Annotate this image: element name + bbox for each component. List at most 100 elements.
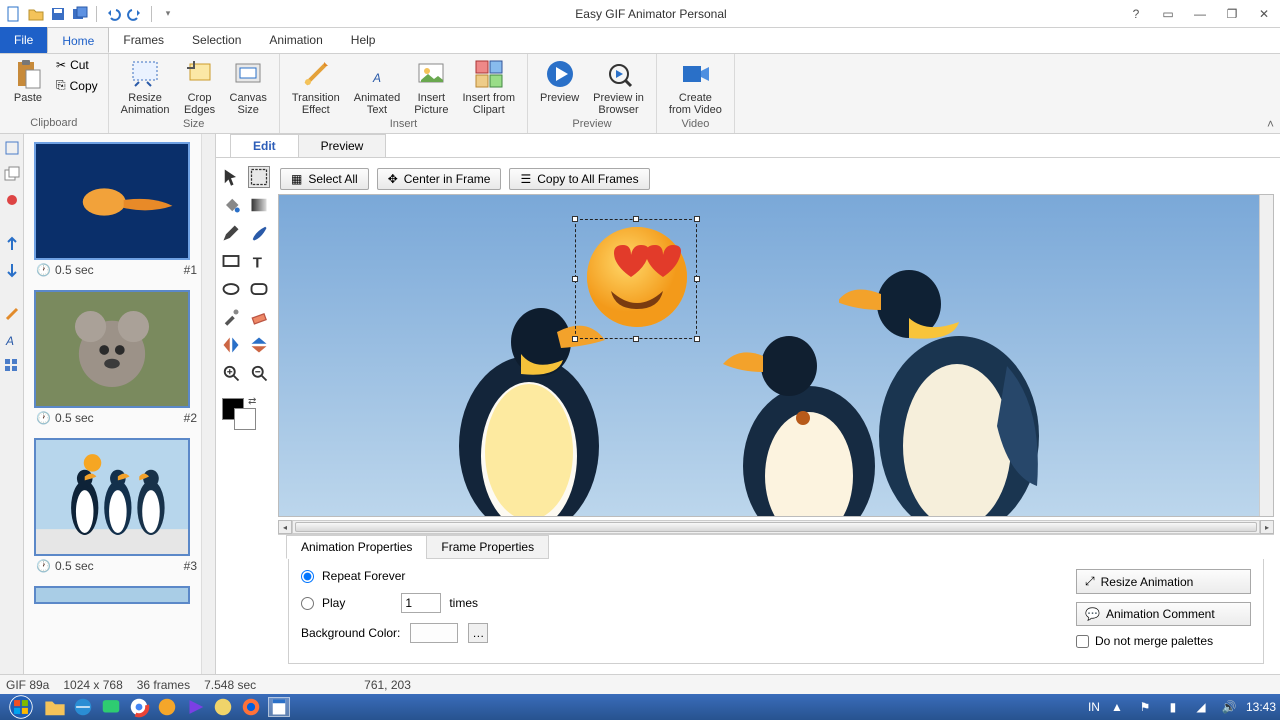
bg-color-picker-button[interactable]: … — [468, 623, 488, 643]
lefttool-5-icon[interactable] — [4, 262, 20, 278]
bg-color-swatch[interactable] — [410, 623, 458, 643]
tool-roundrect-icon[interactable] — [248, 278, 270, 300]
qat-new-icon[interactable] — [6, 6, 22, 22]
tool-brush-icon[interactable] — [248, 222, 270, 244]
canvas-vscrollbar[interactable] — [1259, 195, 1273, 516]
ribbon-options-button[interactable]: ▭ — [1152, 2, 1184, 26]
taskbar-lang[interactable]: IN — [1088, 700, 1100, 714]
color-swatch[interactable]: ⇄ — [216, 398, 272, 438]
tool-rect-icon[interactable] — [220, 250, 242, 272]
play-radio-input[interactable] — [301, 597, 314, 610]
animated-text-button[interactable]: AAnimated Text — [348, 56, 406, 118]
handle-icon[interactable] — [694, 276, 700, 282]
tab-home[interactable]: Home — [47, 27, 109, 53]
handle-icon[interactable] — [633, 216, 639, 222]
tool-ellipse-icon[interactable] — [220, 278, 242, 300]
maximize-button[interactable]: ❐ — [1216, 2, 1248, 26]
tray-flag-icon[interactable]: ▲ — [1106, 697, 1128, 717]
tab-animation[interactable]: Animation — [255, 27, 336, 53]
tray-battery-icon[interactable]: ▮ — [1162, 697, 1184, 717]
help-button[interactable]: ? — [1120, 2, 1152, 26]
preview-button[interactable]: Preview — [534, 56, 585, 106]
center-in-frame-button[interactable]: ✥Center in Frame — [377, 168, 502, 190]
paste-button[interactable]: Paste — [6, 56, 50, 106]
tray-network-icon[interactable]: ◢ — [1190, 697, 1212, 717]
scroll-thumb[interactable] — [295, 522, 1257, 532]
qat-open-icon[interactable] — [28, 6, 44, 22]
copy-button[interactable]: ⎘Copy — [52, 76, 102, 95]
no-merge-input[interactable] — [1076, 635, 1089, 648]
edit-tab-preview[interactable]: Preview — [298, 134, 387, 157]
tool-pencil-icon[interactable] — [220, 222, 242, 244]
frame-item[interactable]: 🕐0.5 sec#3 — [34, 438, 199, 576]
lefttool-4-icon[interactable] — [4, 236, 20, 252]
edit-tab-edit[interactable]: Edit — [230, 134, 299, 157]
lefttool-7-icon[interactable]: A — [4, 332, 20, 348]
tab-frames[interactable]: Frames — [109, 27, 178, 53]
frame-item[interactable] — [34, 586, 199, 604]
handle-icon[interactable] — [694, 336, 700, 342]
qat-customize-icon[interactable]: ▾ — [160, 6, 176, 22]
close-button[interactable]: ✕ — [1248, 2, 1280, 26]
lefttool-1-icon[interactable] — [4, 140, 20, 156]
handle-icon[interactable] — [572, 336, 578, 342]
tool-gradient-icon[interactable] — [248, 194, 270, 216]
taskbar-ie-icon[interactable] — [72, 697, 94, 717]
tool-eraser-icon[interactable] — [248, 306, 270, 328]
swap-colors-icon[interactable]: ⇄ — [248, 396, 256, 407]
handle-icon[interactable] — [572, 216, 578, 222]
tool-pointer-icon[interactable] — [220, 166, 242, 188]
qat-undo-icon[interactable] — [105, 6, 121, 22]
taskbar-current-app-icon[interactable] — [268, 697, 290, 717]
copy-to-all-button[interactable]: ☰Copy to All Frames — [509, 168, 649, 190]
tool-text-icon[interactable]: T — [248, 250, 270, 272]
handle-icon[interactable] — [572, 276, 578, 282]
tray-volume-icon[interactable]: 🔊 — [1218, 697, 1240, 717]
tray-action-icon[interactable]: ⚑ — [1134, 697, 1156, 717]
resize-animation-prop-button[interactable]: ⤢Resize Animation — [1076, 569, 1251, 594]
resize-animation-button[interactable]: Resize Animation — [115, 56, 176, 118]
taskbar-explorer-icon[interactable] — [44, 697, 66, 717]
select-all-button[interactable]: ▦Select All — [280, 168, 369, 190]
selection-box[interactable] — [575, 219, 697, 339]
taskbar-chat-icon[interactable] — [100, 697, 122, 717]
taskbar-firefox-icon[interactable] — [240, 697, 262, 717]
repeat-forever-input[interactable] — [301, 570, 314, 583]
animation-comment-button[interactable]: 💬Animation Comment — [1076, 602, 1251, 626]
taskbar-app2-icon[interactable] — [212, 697, 234, 717]
canvas-size-button[interactable]: Canvas Size — [224, 56, 273, 118]
background-color[interactable] — [234, 408, 256, 430]
cut-button[interactable]: ✂Cut — [52, 56, 102, 74]
frames-scrollbar[interactable] — [201, 134, 215, 674]
lefttool-2-icon[interactable] — [4, 166, 20, 182]
play-count-input[interactable] — [401, 593, 441, 613]
tool-select-rect-icon[interactable] — [248, 166, 270, 188]
tab-selection[interactable]: Selection — [178, 27, 255, 53]
tool-flip-v-icon[interactable] — [248, 334, 270, 356]
qat-saveas-icon[interactable] — [72, 6, 88, 22]
file-tab[interactable]: File — [0, 27, 47, 53]
canvas-hscrollbar[interactable]: ◂ ▸ — [278, 520, 1274, 534]
preview-browser-button[interactable]: Preview in Browser — [587, 56, 650, 118]
tool-flip-h-icon[interactable] — [220, 334, 242, 356]
tab-animation-properties[interactable]: Animation Properties — [286, 535, 427, 559]
no-merge-palettes-checkbox[interactable]: Do not merge palettes — [1076, 634, 1213, 648]
taskbar-clock[interactable]: 13:43 — [1246, 700, 1276, 714]
start-button[interactable] — [4, 694, 38, 720]
play-times-radio[interactable]: Play times — [301, 593, 488, 613]
tab-help[interactable]: Help — [337, 27, 390, 53]
create-from-video-button[interactable]: Create from Video — [663, 56, 728, 118]
handle-icon[interactable] — [633, 336, 639, 342]
canvas[interactable] — [278, 194, 1274, 517]
minimize-button[interactable]: — — [1184, 2, 1216, 26]
tool-zoom-in-icon[interactable] — [220, 362, 242, 384]
taskbar-media-icon[interactable] — [184, 697, 206, 717]
tool-eyedropper-icon[interactable] — [220, 306, 242, 328]
insert-picture-button[interactable]: Insert Picture — [408, 56, 454, 118]
collapse-ribbon-icon[interactable]: ˄ — [1267, 117, 1274, 131]
scroll-track[interactable] — [292, 520, 1260, 534]
taskbar-app1-icon[interactable] — [156, 697, 178, 717]
transition-effect-button[interactable]: Transition Effect — [286, 56, 346, 118]
repeat-forever-radio[interactable]: Repeat Forever — [301, 569, 488, 583]
handle-icon[interactable] — [694, 216, 700, 222]
